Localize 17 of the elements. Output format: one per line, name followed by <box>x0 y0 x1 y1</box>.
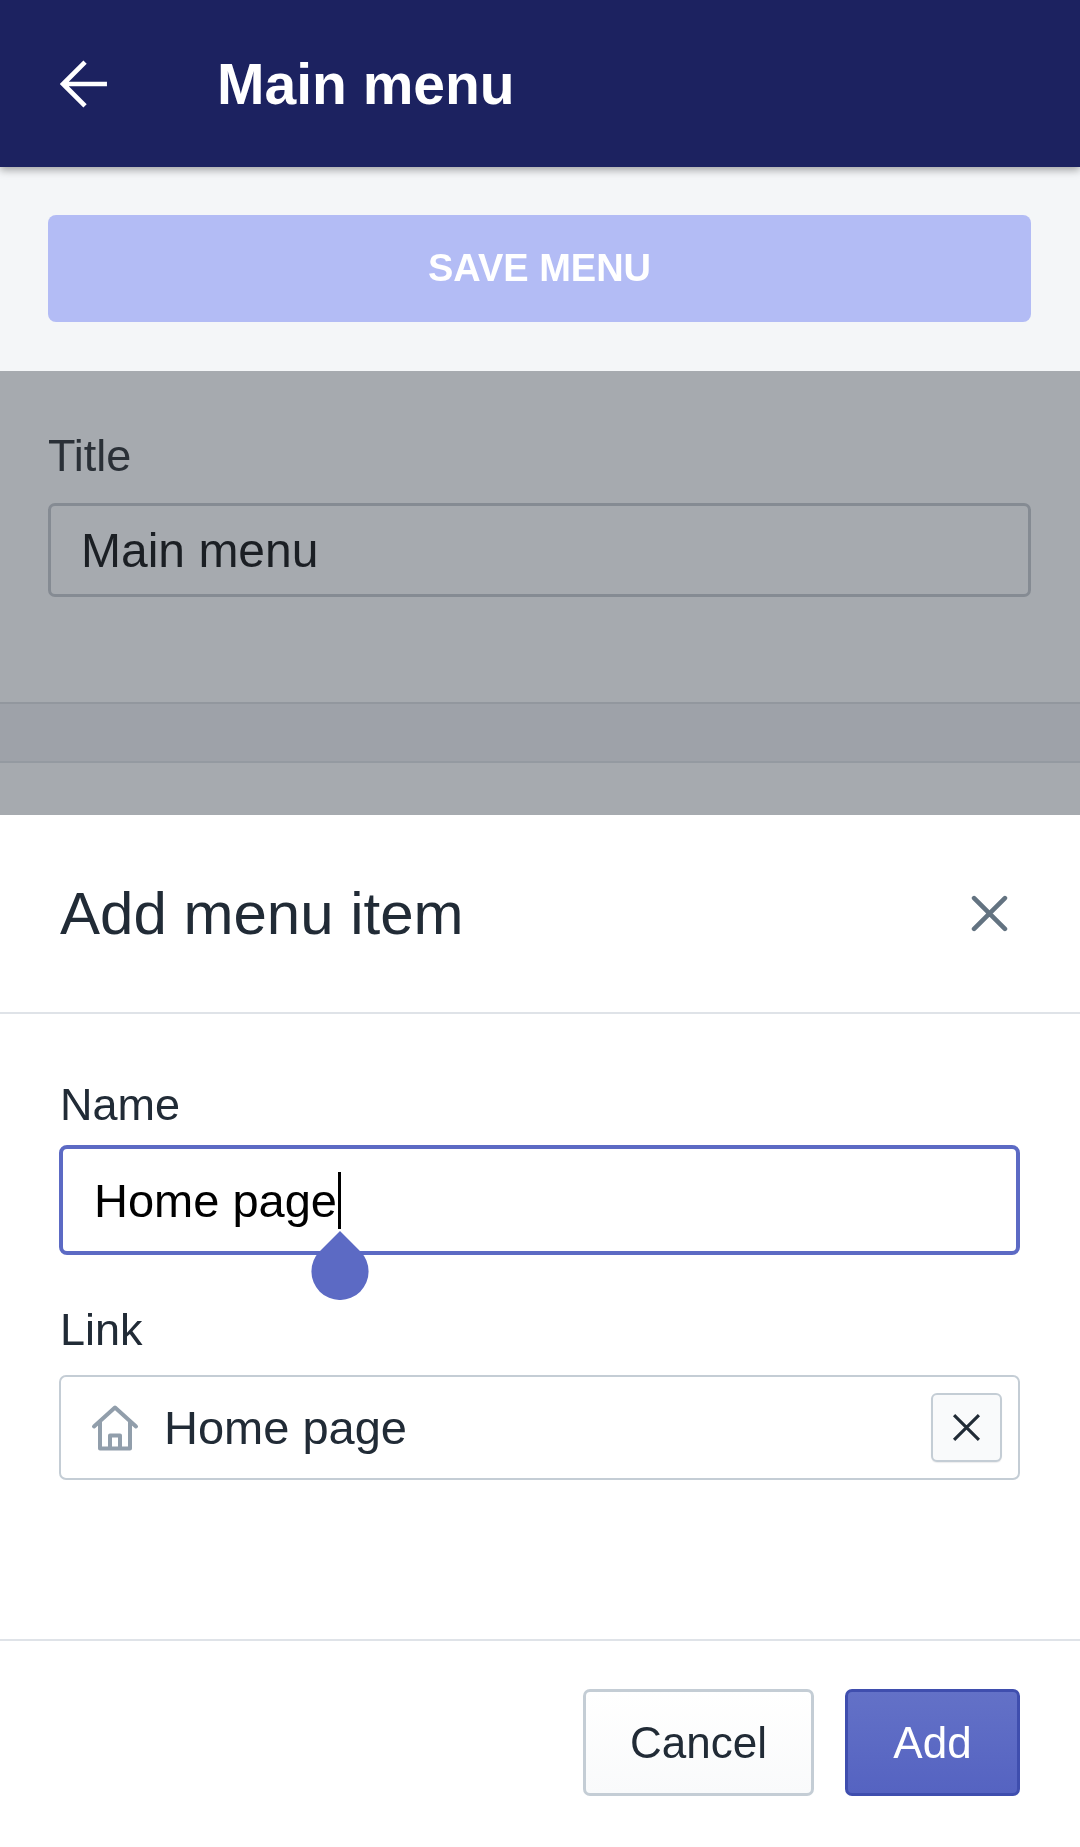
back-arrow-icon[interactable] <box>60 59 108 108</box>
field-label: Link <box>59 1304 143 1356</box>
field-label: Name <box>59 1079 181 1131</box>
cancel-button[interactable]: Cancel <box>583 1689 814 1796</box>
close-icon <box>952 1413 981 1442</box>
close-icon[interactable] <box>971 895 1008 932</box>
field-label: Title <box>48 430 132 482</box>
name-input-field[interactable]: Home page <box>59 1145 1020 1255</box>
clear-button[interactable] <box>931 1393 1002 1462</box>
dialog-title: Add menu item <box>60 878 464 949</box>
link-value: Home page <box>164 1400 408 1455</box>
text-caret <box>338 1171 341 1229</box>
cursor-handle-icon[interactable] <box>310 1231 370 1300</box>
house-icon <box>91 1404 139 1451</box>
page-title: Main menu <box>217 50 515 117</box>
title-input-field[interactable]: Main menu <box>48 503 1031 597</box>
add-button[interactable]: Add <box>845 1689 1020 1796</box>
